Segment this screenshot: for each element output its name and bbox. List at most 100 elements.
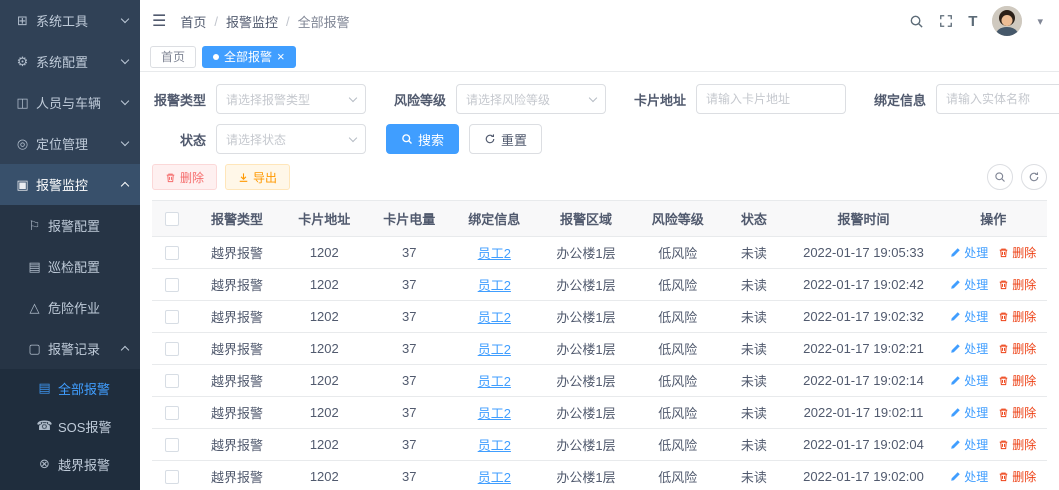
cell-bind-info: 员工2 <box>451 332 537 365</box>
row-checkbox[interactable] <box>165 278 180 293</box>
refresh-button[interactable] <box>1021 164 1047 190</box>
search-button[interactable]: 搜索 <box>386 124 460 154</box>
sidebar-item-overcount-alarms[interactable]: ↗超员报警 <box>0 483 140 490</box>
handle-link[interactable]: 处理 <box>950 276 988 293</box>
cell-alarm-time: 2022-01-17 19:02:00 <box>787 460 940 490</box>
cell-operations: 处理 删除 <box>939 364 1047 397</box>
cell-card-battery: 37 <box>366 428 452 461</box>
breadcrumb-item[interactable]: 报警监控 <box>226 12 278 31</box>
row-delete-link[interactable]: 删除 <box>998 276 1036 293</box>
table-row: 越界报警 1202 37 员工2 办公楼1层 低风险 未读 2022-01-17… <box>152 236 1047 269</box>
batch-delete-label: 删除 <box>180 170 205 185</box>
cell-operations: 处理 删除 <box>939 428 1047 461</box>
card-address-input[interactable] <box>696 84 846 114</box>
tab-home[interactable]: 首页 <box>150 45 197 68</box>
filter-risk-level: 风险等级 请选择风险等级 <box>392 84 606 114</box>
menu-collapse-icon[interactable]: ☰ <box>152 11 166 31</box>
sidebar-item-boundary-alarms[interactable]: ⊗ 越界报警 <box>0 445 140 483</box>
sidebar-item-personnel-vehicles[interactable]: ◫ 人员与车辆 <box>0 82 140 123</box>
sidebar-item-label: 报警配置 <box>48 219 101 234</box>
tab-bar: 首页 全部报警 × <box>140 42 1059 72</box>
breadcrumb-item[interactable]: 首页 <box>180 12 206 31</box>
bind-entity-link[interactable]: 员工2 <box>478 438 511 453</box>
cell-card-address: 1202 <box>281 268 367 301</box>
handle-link[interactable]: 处理 <box>950 244 988 261</box>
handle-link[interactable]: 处理 <box>950 340 988 357</box>
handle-link[interactable]: 处理 <box>950 436 988 453</box>
row-delete-link[interactable]: 删除 <box>998 340 1036 357</box>
sidebar-item-location-management[interactable]: ◎ 定位管理 <box>0 123 140 164</box>
alarm-type-select[interactable]: 请选择报警类型 <box>216 84 366 114</box>
risk-level-select[interactable]: 请选择风险等级 <box>456 84 606 114</box>
bind-entity-link[interactable]: 员工2 <box>478 406 511 421</box>
row-delete-link[interactable]: 删除 <box>998 244 1036 261</box>
cell-alarm-time: 2022-01-17 19:02:11 <box>787 396 940 429</box>
caret-down-icon[interactable]: ▾ <box>1037 15 1043 28</box>
handle-link-label: 处理 <box>964 406 989 420</box>
avatar[interactable] <box>992 6 1023 36</box>
row-checkbox[interactable] <box>165 438 180 453</box>
row-checkbox[interactable] <box>165 246 180 261</box>
bind-entity-link[interactable]: 员工2 <box>478 342 511 357</box>
cell-alarm-type: 越界报警 <box>192 460 282 490</box>
sidebar-item-dangerous-work[interactable]: △ 危险作业 <box>0 287 140 328</box>
row-checkbox[interactable] <box>165 342 180 357</box>
sidebar-item-all-alarms[interactable]: ▤ 全部报警 <box>0 369 140 407</box>
bind-entity-link[interactable]: 员工2 <box>478 310 511 325</box>
row-delete-link[interactable]: 删除 <box>998 308 1036 325</box>
people-icon: ◫ <box>16 94 29 110</box>
export-button[interactable]: 导出 <box>225 164 291 190</box>
tab-all-alarms[interactable]: 全部报警 × <box>202 45 296 68</box>
bind-info-input[interactable] <box>936 84 1059 114</box>
bind-entity-link[interactable]: 员工2 <box>478 246 511 261</box>
handle-link[interactable]: 处理 <box>950 468 988 485</box>
table-row: 越界报警 1202 37 员工2 办公楼1层 低风险 未读 2022-01-17… <box>152 332 1047 365</box>
bind-entity-link[interactable]: 员工2 <box>478 278 511 293</box>
chevron-up-icon <box>120 181 130 191</box>
sidebar-item-alarm-monitoring[interactable]: ▣ 报警监控 <box>0 164 140 205</box>
row-delete-link[interactable]: 删除 <box>998 404 1036 421</box>
tab-close-icon[interactable]: × <box>277 50 285 63</box>
reset-button[interactable]: 重置 <box>469 124 543 154</box>
select-all-checkbox[interactable] <box>165 212 180 227</box>
font-size-icon[interactable]: T <box>968 13 977 30</box>
row-checkbox[interactable] <box>165 406 180 421</box>
bind-entity-link[interactable]: 员工2 <box>478 470 511 485</box>
sidebar-item-alarm-records[interactable]: ▢ 报警记录 <box>0 328 140 369</box>
table-row: 越界报警 1202 37 员工2 办公楼1层 低风险 未读 2022-01-17… <box>152 460 1047 490</box>
cell-alarm-type: 越界报警 <box>192 428 282 461</box>
tab-label: 首页 <box>161 50 186 64</box>
handle-link[interactable]: 处理 <box>950 404 988 421</box>
cell-alarm-time: 2022-01-17 19:02:21 <box>787 332 940 365</box>
sidebar-item-system-config[interactable]: ⚙ 系统配置 <box>0 41 140 82</box>
bind-entity-link[interactable]: 员工2 <box>478 374 511 389</box>
cell-bind-info: 员工2 <box>451 268 537 301</box>
row-delete-link[interactable]: 删除 <box>998 372 1036 389</box>
handle-link[interactable]: 处理 <box>950 308 988 325</box>
row-delete-link[interactable]: 删除 <box>998 468 1036 485</box>
cell-checkbox <box>152 332 193 365</box>
fullscreen-icon[interactable] <box>939 14 953 28</box>
sidebar-item-system-tools[interactable]: ⊞ 系统工具 <box>0 0 140 41</box>
sidebar-item-sos-alarms[interactable]: ☎ SOS报警 <box>0 407 140 445</box>
sidebar-item-label: 全部报警 <box>58 381 111 397</box>
status-select[interactable]: 请选择状态 <box>216 124 366 154</box>
search-icon[interactable] <box>909 14 924 29</box>
row-delete-link[interactable]: 删除 <box>998 436 1036 453</box>
sidebar-item-alarm-config[interactable]: ⚐ 报警配置 <box>0 205 140 246</box>
handle-link-label: 处理 <box>964 278 989 292</box>
handle-link[interactable]: 处理 <box>950 372 988 389</box>
chevron-down-icon <box>120 14 130 24</box>
filter-card-address: 卡片地址 <box>632 84 846 114</box>
row-checkbox[interactable] <box>165 374 180 389</box>
breadcrumb-item[interactable]: 全部报警 <box>298 12 350 31</box>
search-toggle-button[interactable] <box>987 164 1013 190</box>
batch-delete-button[interactable]: 删除 <box>152 164 218 190</box>
cell-card-battery: 37 <box>366 236 452 269</box>
row-checkbox[interactable] <box>165 470 180 485</box>
row-checkbox[interactable] <box>165 310 180 325</box>
sidebar-item-patrol-config[interactable]: ▤ 巡检配置 <box>0 246 140 287</box>
filter-alarm-type: 报警类型 请选择报警类型 <box>152 84 366 114</box>
cell-alarm-type: 越界报警 <box>192 300 282 333</box>
filter-row-1: 报警类型 请选择报警类型 风险等级 请选择风险等级 卡片地址 绑定信息 <box>152 84 1059 114</box>
